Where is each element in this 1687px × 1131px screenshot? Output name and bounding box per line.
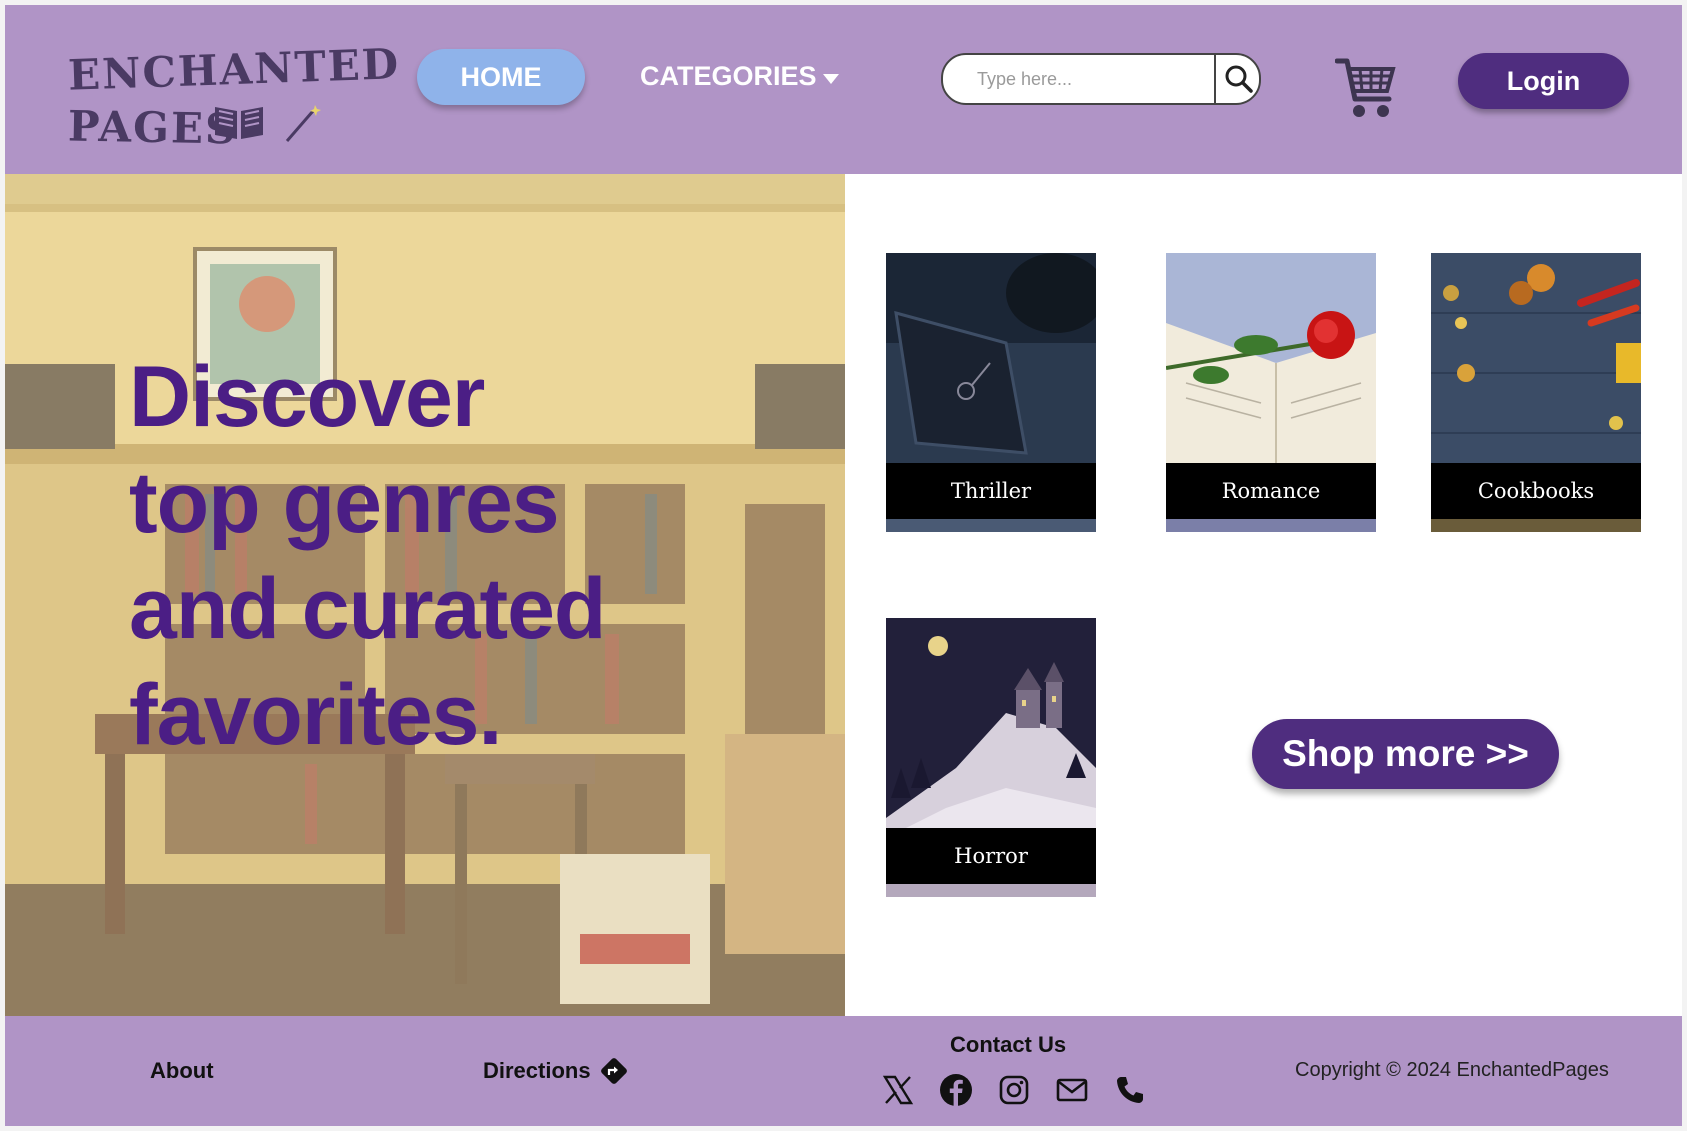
hero-line2: top genres [129,455,560,551]
footer-about-link[interactable]: About [150,1058,214,1084]
hero-line3: and curated [129,561,606,657]
footer: About Directions Contact Us Copyright © … [5,1016,1682,1126]
hero-line4: favorites. [129,667,502,763]
nav-categories-dropdown[interactable]: CATEGORIES [640,61,839,92]
login-button[interactable]: Login [1458,53,1629,109]
x-icon[interactable] [880,1072,916,1108]
hero-line1: Discover [129,349,485,445]
category-label: Thriller [886,463,1096,519]
hero-headline: Discover top genres and curated favorite… [129,344,829,768]
logo[interactable]: ENCHANTED PAGES [67,39,401,161]
cart-button[interactable] [1334,55,1397,126]
category-label: Horror [886,828,1096,884]
cart-icon [1334,58,1396,117]
search-button[interactable] [1214,55,1259,103]
facebook-icon[interactable] [938,1072,974,1108]
social-icons [880,1072,1148,1108]
search-input[interactable] [943,55,1205,103]
footer-directions-label: Directions [483,1058,591,1083]
category-card-romance[interactable]: Romance [1166,253,1376,532]
wand-icon [285,105,321,142]
chevron-down-icon [822,73,839,84]
shop-more-button[interactable]: Shop more >> [1252,719,1559,789]
header: ENCHANTED PAGES HOME CATEGORIES Type her… [5,5,1682,174]
search-icon [1225,65,1253,93]
page: ENCHANTED PAGES HOME CATEGORIES Type her… [5,5,1682,1126]
copyright-text: Copyright © 2024 EnchantedPages [1295,1059,1609,1081]
category-card-thriller[interactable]: Thriller [886,253,1096,532]
nav-categories-label: CATEGORIES [640,61,817,91]
book-icon [215,107,263,139]
instagram-icon[interactable] [996,1072,1032,1108]
nav-home-button[interactable]: HOME [417,49,585,105]
category-card-cookbooks[interactable]: Cookbooks [1431,253,1641,532]
hero-section: Discover top genres and curated favorite… [5,174,845,1016]
category-label: Romance [1166,463,1376,519]
search-bar [941,53,1261,105]
mail-icon[interactable] [1054,1072,1090,1108]
footer-contact-heading: Contact Us [950,1032,1067,1057]
phone-icon[interactable] [1112,1072,1148,1108]
directions-icon [600,1058,627,1084]
logo-line1: ENCHANTED [67,39,401,100]
category-label: Cookbooks [1431,463,1641,519]
category-card-horror[interactable]: Horror [886,618,1096,897]
footer-directions-link[interactable]: Directions [483,1056,629,1086]
